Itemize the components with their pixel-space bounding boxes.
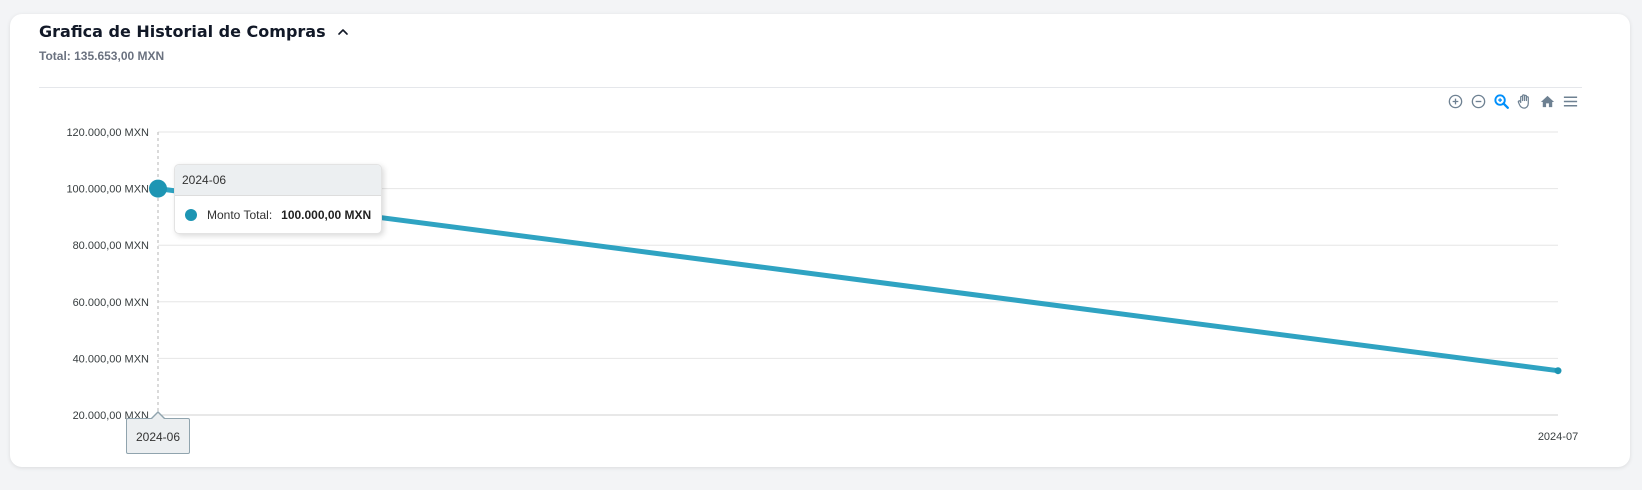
- line-chart[interactable]: 120.000,00 MXN 100.000,00 MXN 80.000,00 MX…: [0, 0, 1642, 490]
- tooltip-series-label: Monto Total:: [207, 207, 273, 222]
- xaxis-tooltip: 2024-06: [126, 418, 190, 454]
- y-tick-label: 60.000,00 MXN: [73, 297, 149, 309]
- y-tick-label: 40.000,00 MXN: [73, 353, 149, 365]
- tooltip-title: 2024-06: [175, 165, 381, 196]
- x-tick-label: 2024-07: [1538, 431, 1578, 443]
- xaxis-tooltip-arrow-inner: [152, 413, 164, 419]
- data-point-hovered[interactable]: [149, 179, 167, 198]
- y-tick-label: 100.000,00 MXN: [66, 184, 149, 196]
- series-marker-dot: [185, 208, 197, 221]
- data-point[interactable]: [1554, 367, 1562, 375]
- tooltip-body: Monto Total: 100.000,00 MXN: [175, 196, 381, 233]
- data-tooltip: 2024-06 Monto Total: 100.000,00 MXN: [174, 164, 382, 234]
- y-tick-label: 120.000,00 MXN: [66, 127, 149, 139]
- tooltip-value: 100.000,00 MXN: [281, 207, 372, 222]
- y-tick-label: 80.000,00 MXN: [73, 240, 149, 252]
